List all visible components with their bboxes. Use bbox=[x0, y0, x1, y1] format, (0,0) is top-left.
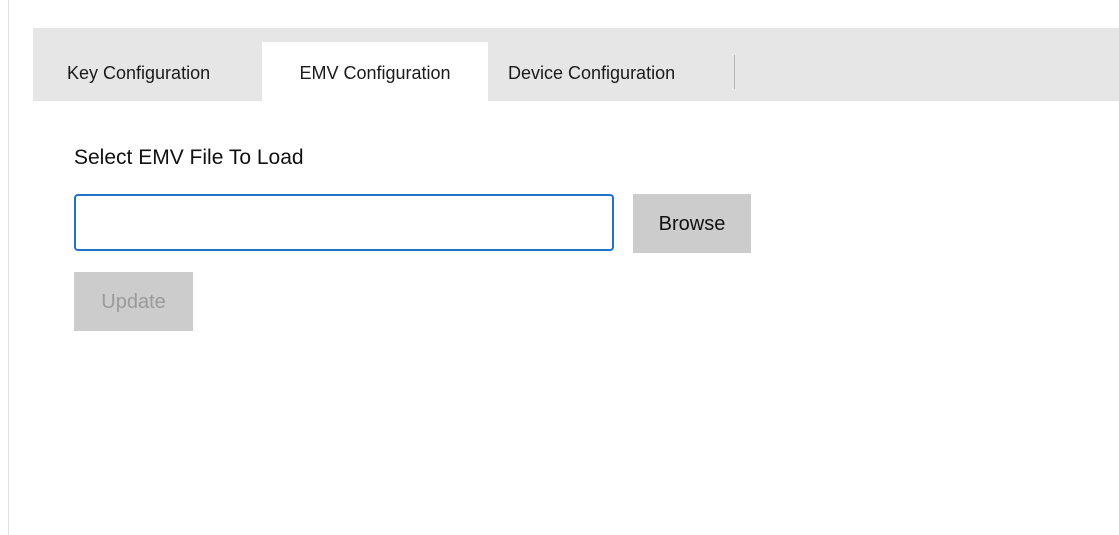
emv-configuration-window: Key Configuration EMV Configuration Devi… bbox=[0, 0, 1119, 535]
tab-bar: Key Configuration EMV Configuration Devi… bbox=[33, 28, 1119, 101]
update-button[interactable]: Update bbox=[74, 272, 193, 331]
tab-emv-configuration[interactable]: EMV Configuration bbox=[262, 42, 488, 101]
tab-key-configuration[interactable]: Key Configuration bbox=[67, 42, 210, 101]
window-left-border bbox=[8, 0, 9, 535]
browse-button[interactable]: Browse bbox=[633, 194, 751, 253]
tab-device-configuration[interactable]: Device Configuration bbox=[508, 42, 675, 101]
emv-file-path-input[interactable] bbox=[74, 194, 614, 251]
select-file-label: Select EMV File To Load bbox=[74, 146, 304, 169]
tab-divider bbox=[734, 55, 735, 89]
